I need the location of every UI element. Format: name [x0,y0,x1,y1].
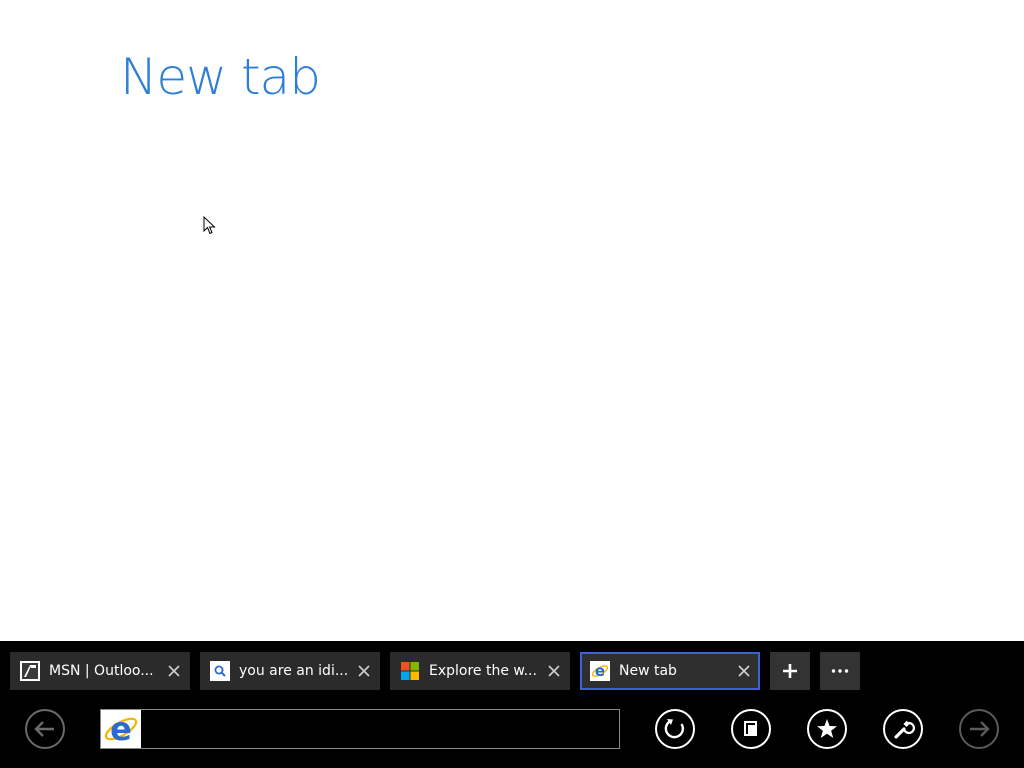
ie-icon: e [590,661,610,681]
tab-search-results[interactable]: you are an idi... [200,652,380,690]
search-icon [210,661,230,681]
forward-button[interactable] [958,708,1000,750]
refresh-button[interactable] [654,708,696,750]
address-bar[interactable]: e [100,709,620,749]
msn-outlook-icon [20,661,40,681]
mouse-cursor-icon [203,216,216,235]
tab-msn-outlook[interactable]: MSN | Outloo... [10,652,190,690]
close-tab-icon[interactable] [166,663,182,679]
microsoft-logo-icon [401,662,419,680]
close-tab-icon[interactable] [356,663,372,679]
address-input[interactable] [145,714,617,744]
page-title: New tab [120,48,321,106]
favorites-star-icon [807,709,847,749]
tab-tools-button[interactable] [820,652,860,690]
back-button[interactable] [24,708,66,750]
wrench-icon [883,709,923,749]
favorites-button[interactable] [806,708,848,750]
forward-arrow-icon [959,709,999,749]
tab-new-tab[interactable]: e New tab [580,652,760,690]
svg-text:e: e [595,662,605,680]
tab-label: New tab [619,663,677,679]
tab-explore[interactable]: Explore the w... [390,652,570,690]
plus-icon [783,664,797,678]
ellipsis-icon [831,669,849,673]
back-arrow-icon [25,709,65,749]
page-content: New tab [0,0,1024,641]
close-tab-icon[interactable] [736,663,752,679]
browser-window: New tab MSN | Outloo... you are an idi..… [0,0,1024,768]
close-tab-icon[interactable] [546,663,562,679]
refresh-icon [655,709,695,749]
tools-button[interactable] [882,708,924,750]
new-tab-button[interactable] [770,652,810,690]
pin-site-icon [731,709,771,749]
pin-site-button[interactable] [730,708,772,750]
tab-label: MSN | Outloo... [49,663,154,679]
tab-label: Explore the w... [429,663,537,679]
tab-label: you are an idi... [239,663,349,679]
svg-text:e: e [110,710,132,748]
ie-logo-icon: e [101,710,141,748]
